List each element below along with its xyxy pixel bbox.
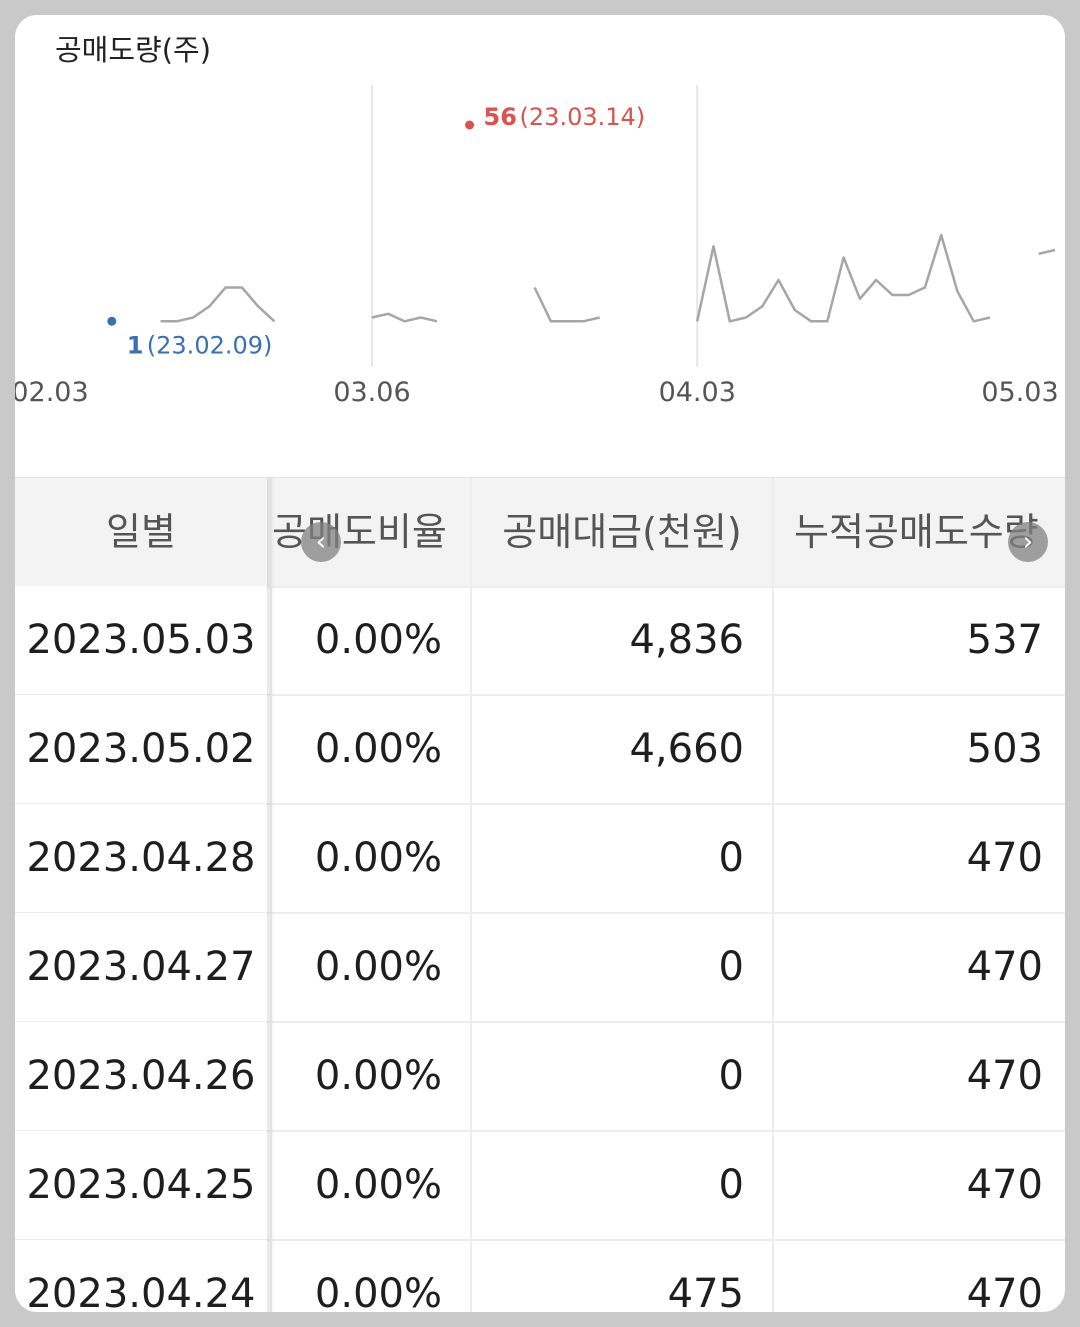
chevron-left-icon[interactable]: ‹ xyxy=(301,522,341,562)
row-cumulative-short: 537 xyxy=(772,586,1065,694)
row-short-amount: 0 xyxy=(470,804,772,912)
row-cumulative-short: 470 xyxy=(772,913,1065,1021)
max-point-marker xyxy=(465,120,475,130)
chevron-right-icon[interactable]: › xyxy=(1008,522,1048,562)
row-cumulative-short: 470 xyxy=(772,1022,1065,1130)
row-short-amount: 0 xyxy=(470,913,772,1021)
row-date: 2023.04.28 xyxy=(15,804,267,912)
row-short-ratio: 0.00% xyxy=(270,695,470,803)
row-date: 2023.05.02 xyxy=(15,695,267,803)
row-cumulative-short: 470 xyxy=(772,804,1065,912)
x-tick-label: 04.03 xyxy=(659,377,736,408)
table-row[interactable]: 2023.05.02 0.00% 4,660 503 xyxy=(15,695,1065,805)
row-short-amount: 0 xyxy=(470,1022,772,1130)
table-header-row: 일별 공매도비율 공매대금(천원) 누적공매도수량 ‹ › xyxy=(15,478,1065,588)
row-short-amount: 4,660 xyxy=(470,695,772,803)
series-line-segment xyxy=(371,312,438,323)
table-row[interactable]: 2023.04.25 0.00% 0 470 xyxy=(15,1131,1065,1241)
header-short-amount[interactable]: 공매대금(천원) xyxy=(470,478,772,586)
row-short-ratio: 0.00% xyxy=(270,913,470,1021)
row-short-amount: 475 xyxy=(470,1240,772,1312)
row-short-ratio: 0.00% xyxy=(270,1131,470,1239)
series-line-segment xyxy=(695,233,991,323)
table-row[interactable]: 2023.05.03 0.00% 4,836 537 xyxy=(15,586,1065,696)
row-short-ratio: 0.00% xyxy=(270,804,470,912)
chart-canvas: 56 (23.03.14) 1 (23.02.09) 02.03 03.06 04.03 0… xyxy=(15,85,1059,408)
short-selling-card: 공매도량(주) 56 (23.03.14) 1 (23.02.09) 02.03 03.… xyxy=(15,15,1065,1312)
row-short-amount: 4,836 xyxy=(470,586,772,694)
row-short-ratio: 0.00% xyxy=(270,1022,470,1130)
series-line-segment xyxy=(1038,248,1056,256)
row-date: 2023.05.03 xyxy=(15,586,267,694)
x-tick-label: 03.06 xyxy=(333,377,410,408)
row-cumulative-short: 470 xyxy=(772,1240,1065,1312)
row-date: 2023.04.25 xyxy=(15,1131,267,1239)
series-line-segment xyxy=(533,286,600,323)
series-line-segment xyxy=(160,286,276,323)
short-selling-table[interactable]: 일별 공매도비율 공매대금(천원) 누적공매도수량 ‹ › 2023.05.03… xyxy=(15,477,1065,1312)
row-date: 2023.04.27 xyxy=(15,913,267,1021)
table-row[interactable]: 2023.04.27 0.00% 0 470 xyxy=(15,913,1065,1023)
sticky-column-shadow xyxy=(267,478,275,1312)
row-cumulative-short: 503 xyxy=(772,695,1065,803)
max-annotation-value: 56 xyxy=(484,103,517,131)
table-row[interactable]: 2023.04.26 0.00% 0 470 xyxy=(15,1022,1065,1132)
min-annotation-value: 1 xyxy=(127,331,144,359)
row-cumulative-short: 470 xyxy=(772,1131,1065,1239)
row-date: 2023.04.26 xyxy=(15,1022,267,1130)
x-tick-label: 05.03 xyxy=(981,377,1058,408)
min-annotation-date: (23.02.09) xyxy=(147,331,273,359)
header-short-ratio[interactable]: 공매도비율 xyxy=(270,478,470,586)
row-short-ratio: 0.00% xyxy=(270,1240,470,1312)
header-date[interactable]: 일별 xyxy=(15,478,267,586)
table-row[interactable]: 2023.04.24 0.00% 475 470 xyxy=(15,1240,1065,1312)
row-date: 2023.04.24 xyxy=(15,1240,267,1312)
table-row[interactable]: 2023.04.28 0.00% 0 470 xyxy=(15,804,1065,914)
max-annotation-date: (23.03.14) xyxy=(520,103,646,131)
row-short-ratio: 0.00% xyxy=(270,586,470,694)
x-tick-label: 02.03 xyxy=(15,377,89,408)
row-short-amount: 0 xyxy=(470,1131,772,1239)
min-point-marker xyxy=(107,316,117,326)
short-volume-chart: 공매도량(주) 56 (23.03.14) 1 (23.02.09) 02.03 03.… xyxy=(15,15,1065,477)
